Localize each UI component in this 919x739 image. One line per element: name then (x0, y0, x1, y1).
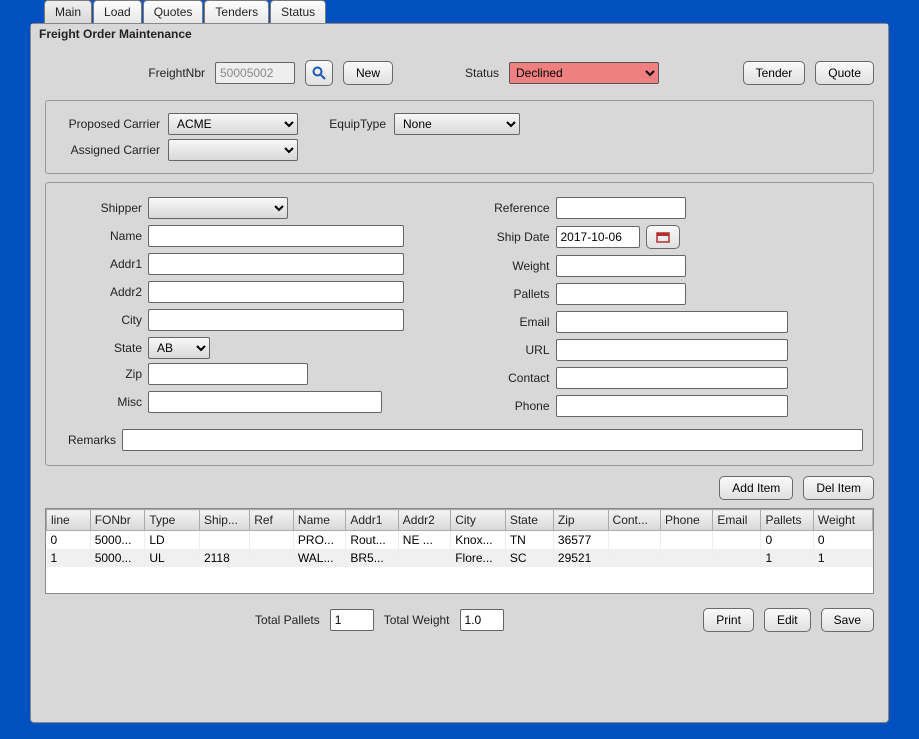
col-addr2[interactable]: Addr2 (398, 510, 450, 531)
freight-nbr-input (215, 62, 295, 84)
proposed-carrier-label: Proposed Carrier (56, 117, 160, 131)
col-name[interactable]: Name (293, 510, 345, 531)
tab-tenders[interactable]: Tenders (204, 0, 269, 23)
col-state[interactable]: State (505, 510, 553, 531)
remarks-label: Remarks (56, 433, 116, 447)
assigned-carrier-label: Assigned Carrier (56, 143, 160, 157)
panel: Freight Order Maintenance FreightNbr New… (30, 23, 889, 723)
name-input[interactable] (148, 225, 404, 247)
col-pallets[interactable]: Pallets (761, 510, 813, 531)
add-item-button[interactable]: Add Item (719, 476, 793, 500)
freight-nbr-label: FreightNbr (45, 66, 205, 80)
reference-label: Reference (470, 201, 550, 215)
col-email[interactable]: Email (713, 510, 761, 531)
shipper-dropdown[interactable] (148, 197, 288, 219)
quote-button[interactable]: Quote (815, 61, 874, 85)
col-phone[interactable]: Phone (660, 510, 712, 531)
assigned-carrier-dropdown[interactable] (168, 139, 298, 161)
col-fonbr[interactable]: FONbr (90, 510, 145, 531)
phone-input[interactable] (556, 395, 788, 417)
col-weight[interactable]: Weight (813, 510, 872, 531)
table-row[interactable]: 05000...LDPRO...Rout...NE ...Knox...TN36… (47, 531, 873, 550)
pallets-label: Pallets (470, 287, 550, 301)
col-type[interactable]: Type (145, 510, 200, 531)
reference-input[interactable] (556, 197, 686, 219)
tab-status[interactable]: Status (270, 0, 326, 23)
city-input[interactable] (148, 309, 404, 331)
misc-label: Misc (56, 395, 142, 409)
addr2-label: Addr2 (56, 285, 142, 299)
calendar-icon (656, 231, 670, 243)
items-table[interactable]: lineFONbrTypeShip...RefNameAddr1Addr2Cit… (45, 508, 874, 594)
total-weight-input[interactable] (460, 609, 504, 631)
equip-type-dropdown[interactable]: None (394, 113, 520, 135)
search-icon (312, 66, 326, 80)
total-pallets-label: Total Pallets (255, 613, 320, 627)
shipper-label: Shipper (56, 201, 142, 215)
contact-input[interactable] (556, 367, 788, 389)
contact-label: Contact (470, 371, 550, 385)
misc-input[interactable] (148, 391, 382, 413)
col-ref[interactable]: Ref (250, 510, 294, 531)
save-button[interactable]: Save (821, 608, 874, 632)
col-city[interactable]: City (451, 510, 506, 531)
ship-date-label: Ship Date (470, 230, 550, 244)
shipper-fieldset: Shipper Name Addr1 Addr2 City State AB Z… (45, 182, 874, 466)
col-addr1[interactable]: Addr1 (346, 510, 398, 531)
top-row: FreightNbr New Status Declined Tender Qu… (45, 54, 874, 100)
tab-main[interactable]: Main (44, 0, 92, 23)
status-label: Status (403, 66, 499, 80)
zip-label: Zip (56, 367, 142, 381)
pallets-input[interactable] (556, 283, 686, 305)
state-dropdown[interactable]: AB (148, 337, 210, 359)
city-label: City (56, 313, 142, 327)
print-button[interactable]: Print (703, 608, 754, 632)
tab-quotes[interactable]: Quotes (143, 0, 204, 23)
phone-label: Phone (470, 399, 550, 413)
addr1-input[interactable] (148, 253, 404, 275)
addr2-input[interactable] (148, 281, 404, 303)
name-label: Name (56, 229, 142, 243)
equip-type-label: EquipType (306, 117, 386, 131)
panel-title: Freight Order Maintenance (31, 24, 888, 44)
url-label: URL (470, 343, 550, 357)
total-weight-label: Total Weight (384, 613, 450, 627)
new-button[interactable]: New (343, 61, 393, 85)
total-pallets-input[interactable] (330, 609, 374, 631)
search-button[interactable] (305, 60, 333, 86)
del-item-button[interactable]: Del Item (803, 476, 874, 500)
col-cont[interactable]: Cont... (608, 510, 660, 531)
weight-label: Weight (470, 259, 550, 273)
carrier-fieldset: Proposed Carrier ACME EquipType None Ass… (45, 100, 874, 174)
tab-load[interactable]: Load (93, 0, 142, 23)
proposed-carrier-dropdown[interactable]: ACME (168, 113, 298, 135)
email-input[interactable] (556, 311, 788, 333)
state-label: State (56, 341, 142, 355)
col-ship[interactable]: Ship... (199, 510, 249, 531)
url-input[interactable] (556, 339, 788, 361)
tab-bar: Main Load Quotes Tenders Status (0, 0, 919, 23)
col-zip[interactable]: Zip (553, 510, 608, 531)
date-picker-button[interactable] (646, 225, 680, 249)
tender-button[interactable]: Tender (743, 61, 806, 85)
zip-input[interactable] (148, 363, 308, 385)
email-label: Email (470, 315, 550, 329)
edit-button[interactable]: Edit (764, 608, 811, 632)
remarks-input[interactable] (122, 429, 863, 451)
weight-input[interactable] (556, 255, 686, 277)
table-row[interactable]: 15000...UL2118WAL...BR5...Flore...SC2952… (47, 549, 873, 567)
status-dropdown[interactable]: Declined (509, 62, 659, 84)
addr1-label: Addr1 (56, 257, 142, 271)
col-line[interactable]: line (47, 510, 91, 531)
ship-date-input[interactable] (556, 226, 640, 248)
